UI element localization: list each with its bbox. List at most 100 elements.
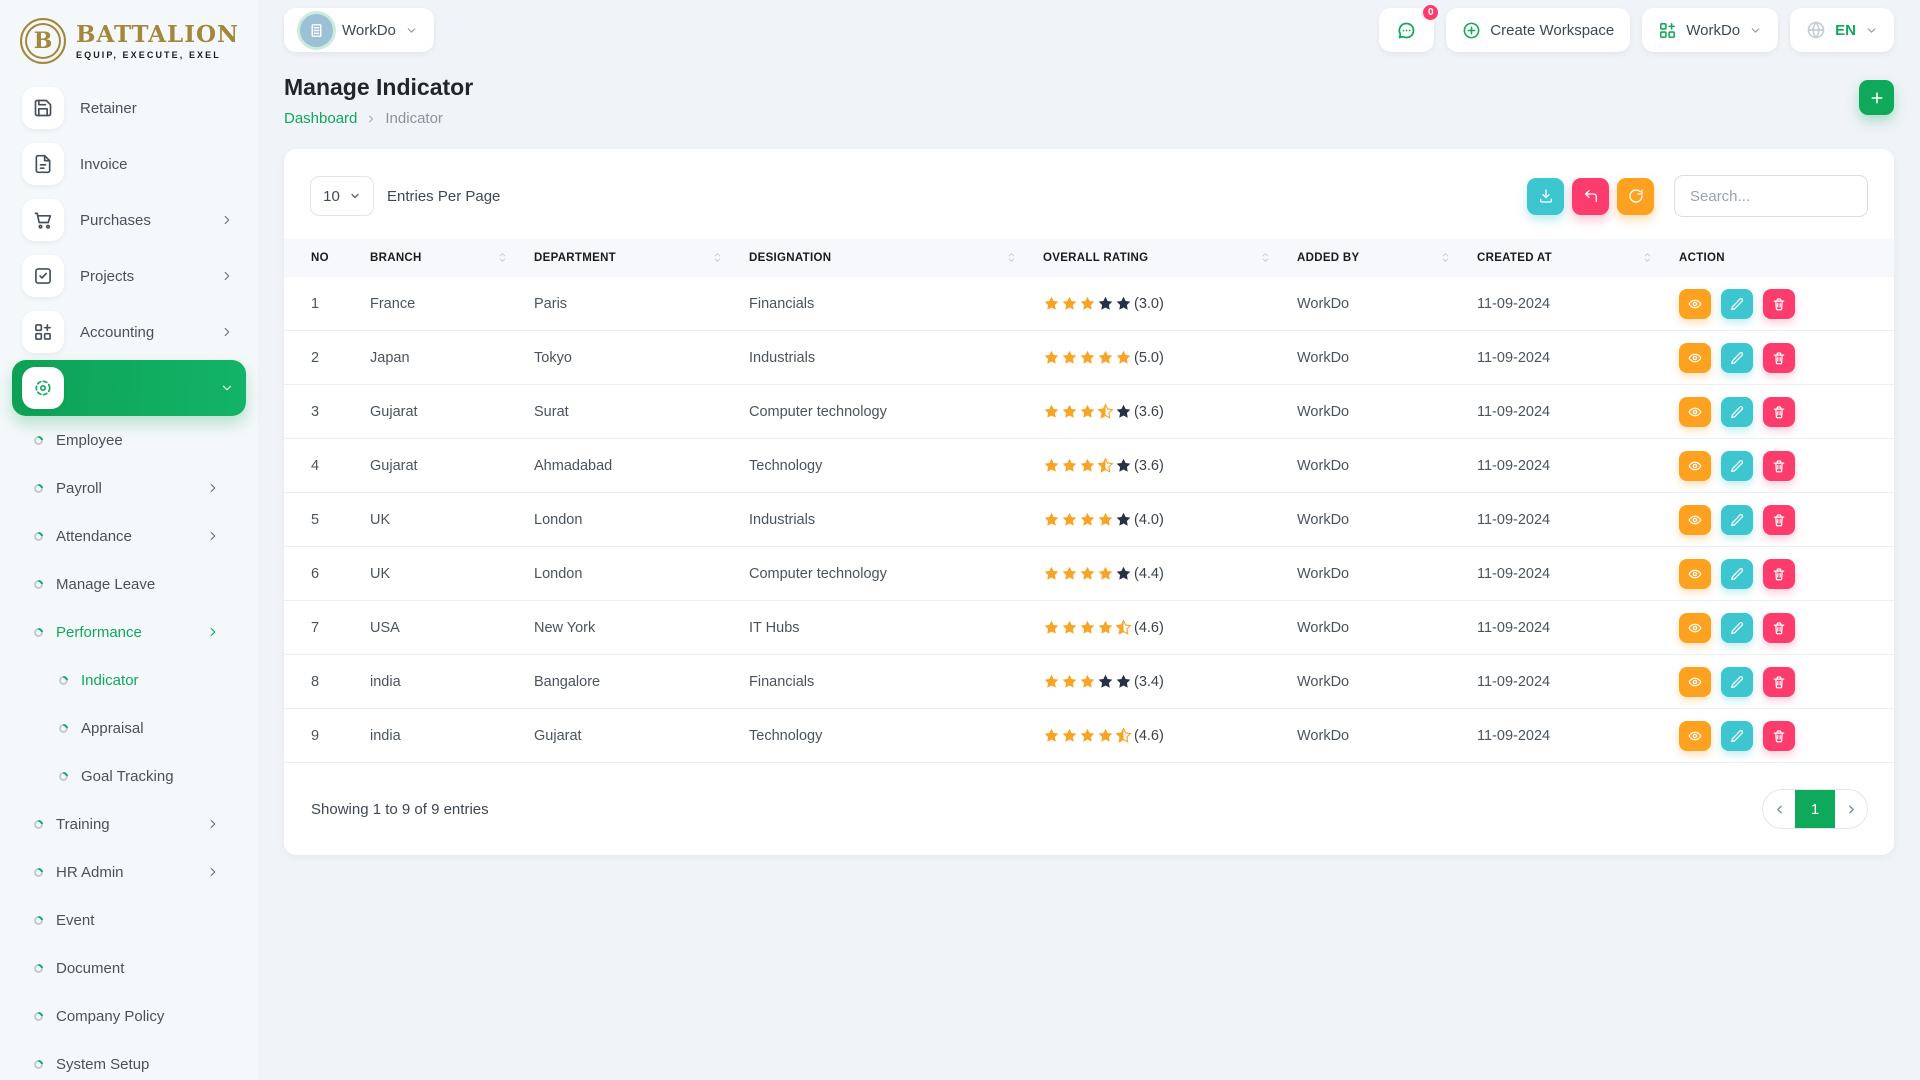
cell-branch: France — [370, 277, 534, 331]
export-button[interactable] — [1527, 178, 1564, 215]
sidebar-item-hr-admin[interactable]: HR Admin — [12, 848, 246, 896]
sidebar-item-label: Retainer — [80, 100, 137, 117]
sidebar: B BATTALION EQUIP, EXECUTE, EXEL Retaine… — [0, 0, 258, 1080]
edit-button[interactable] — [1721, 343, 1753, 373]
entries-per-page-label: Entries Per Page — [387, 188, 500, 205]
rating-value: (4.6) — [1134, 620, 1164, 636]
trash-icon — [1772, 729, 1786, 743]
view-button[interactable] — [1679, 289, 1711, 319]
sidebar-item-projects[interactable]: Projects — [12, 248, 246, 304]
language-selector[interactable]: EN — [1790, 8, 1894, 52]
sidebar-item-employee[interactable]: Employee — [12, 416, 246, 464]
delete-button[interactable] — [1763, 559, 1795, 589]
edit-button[interactable] — [1721, 451, 1753, 481]
sidebar-item-document[interactable]: Document — [12, 944, 246, 992]
cell-actions — [1679, 331, 1894, 385]
edit-button[interactable] — [1721, 667, 1753, 697]
view-button[interactable] — [1679, 667, 1711, 697]
delete-button[interactable] — [1763, 613, 1795, 643]
breadcrumb-dashboard-link[interactable]: Dashboard — [284, 110, 357, 127]
cell-designation: Computer technology — [749, 547, 1043, 601]
pagination-prev-button[interactable] — [1763, 789, 1795, 829]
sidebar-item-purchases[interactable]: Purchases — [12, 192, 246, 248]
column-header-designation[interactable]: DESIGNATION — [749, 239, 1043, 277]
brand-logo[interactable]: B BATTALION EQUIP, EXECUTE, EXEL — [12, 14, 246, 78]
add-indicator-button[interactable] — [1859, 80, 1894, 115]
sidebar-item-label: Attendance — [56, 528, 132, 545]
refresh-button[interactable] — [1617, 178, 1654, 215]
delete-button[interactable] — [1763, 667, 1795, 697]
edit-button[interactable] — [1721, 613, 1753, 643]
sidebar-item-goal-tracking[interactable]: Goal Tracking — [12, 752, 246, 800]
delete-button[interactable] — [1763, 289, 1795, 319]
globe-icon — [1806, 20, 1826, 40]
sidebar-item-hrm[interactable]: HRM — [12, 360, 246, 416]
column-label: ADDED BY — [1297, 252, 1359, 264]
star-rating: (4.6) — [1043, 601, 1287, 654]
sidebar-item-label: Projects — [80, 268, 134, 285]
pagination-page-button[interactable]: 1 — [1795, 789, 1835, 829]
sidebar-item-company-policy[interactable]: Company Policy — [12, 992, 246, 1040]
view-button[interactable] — [1679, 505, 1711, 535]
sidebar-item-event[interactable]: Event — [12, 896, 246, 944]
delete-button[interactable] — [1763, 721, 1795, 751]
delete-button[interactable] — [1763, 397, 1795, 427]
delete-button[interactable] — [1763, 451, 1795, 481]
pencil-icon — [1730, 621, 1744, 635]
pagination-next-button[interactable] — [1835, 789, 1867, 829]
save-icon — [22, 87, 64, 129]
sidebar-item-attendance[interactable]: Attendance — [12, 512, 246, 560]
sidebar-item-accounting[interactable]: Accounting — [12, 304, 246, 360]
sidebar-item-performance[interactable]: Performance — [12, 608, 246, 656]
cell-no: 8 — [284, 655, 370, 709]
column-header-overall-rating[interactable]: OVERALL RATING — [1043, 239, 1297, 277]
view-button[interactable] — [1679, 721, 1711, 751]
sidebar-item-training[interactable]: Training — [12, 800, 246, 848]
sidebar-item-manage-leave[interactable]: Manage Leave — [12, 560, 246, 608]
column-header-created-at[interactable]: CREATED AT — [1477, 239, 1679, 277]
create-workspace-button[interactable]: Create Workspace — [1446, 8, 1630, 52]
sidebar-item-label: Invoice — [80, 156, 128, 173]
reset-button[interactable] — [1572, 178, 1609, 215]
view-button[interactable] — [1679, 613, 1711, 643]
edit-button[interactable] — [1721, 397, 1753, 427]
bullet-icon — [32, 434, 45, 447]
view-button[interactable] — [1679, 397, 1711, 427]
view-button[interactable] — [1679, 343, 1711, 373]
edit-button[interactable] — [1721, 505, 1753, 535]
messages-button[interactable]: 0 — [1379, 8, 1434, 52]
pencil-icon — [1730, 567, 1744, 581]
sidebar-item-payroll[interactable]: Payroll — [12, 464, 246, 512]
search-input[interactable] — [1674, 175, 1868, 217]
delete-button[interactable] — [1763, 505, 1795, 535]
column-header-department[interactable]: DEPARTMENT — [534, 239, 749, 277]
view-button[interactable] — [1679, 451, 1711, 481]
column-label: NO — [311, 252, 329, 264]
delete-button[interactable] — [1763, 343, 1795, 373]
edit-button[interactable] — [1721, 289, 1753, 319]
star-full-icon — [1043, 619, 1060, 636]
column-label: ACTION — [1679, 252, 1725, 264]
sidebar-item-retainer[interactable]: Retainer — [12, 80, 246, 136]
sidebar-item-appraisal[interactable]: Appraisal — [12, 704, 246, 752]
cell-no: 3 — [284, 385, 370, 439]
sidebar-item-system-setup[interactable]: System Setup — [12, 1040, 246, 1080]
edit-button[interactable] — [1721, 559, 1753, 589]
sidebar-item-invoice[interactable]: Invoice — [12, 136, 246, 192]
app-root: B BATTALION EQUIP, EXECUTE, EXEL Retaine… — [0, 0, 1920, 1080]
column-header-branch[interactable]: BRANCH — [370, 239, 534, 277]
workspace-dropdown[interactable]: WorkDo — [1642, 8, 1778, 52]
entries-per-page-select[interactable]: 10 — [310, 176, 374, 216]
workspace-selector[interactable]: WorkDo — [284, 8, 434, 52]
sidebar-item-label: Document — [56, 960, 124, 977]
sort-icon — [1642, 251, 1655, 266]
eye-icon — [1688, 405, 1702, 419]
cell-no: 1 — [284, 277, 370, 331]
column-header-added-by[interactable]: ADDED BY — [1297, 239, 1477, 277]
rating-value: (4.4) — [1134, 566, 1164, 582]
sidebar-item-indicator[interactable]: Indicator — [12, 656, 246, 704]
trash-icon — [1772, 621, 1786, 635]
view-button[interactable] — [1679, 559, 1711, 589]
brand-name: BATTALION — [76, 23, 239, 46]
edit-button[interactable] — [1721, 721, 1753, 751]
